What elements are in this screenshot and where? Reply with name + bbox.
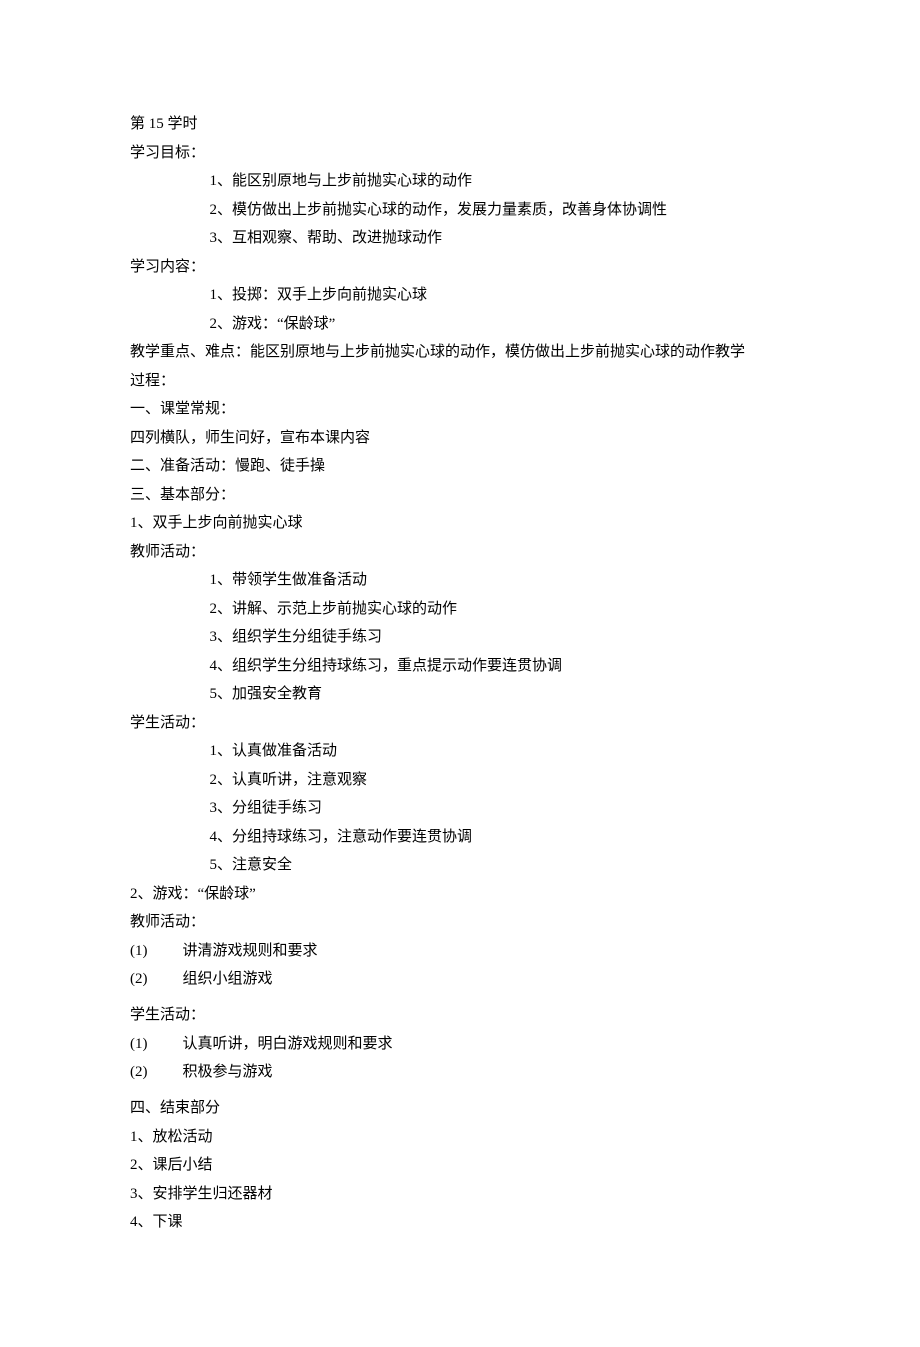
section-2-heading: 二、准备活动：慢跑、徒手操 xyxy=(130,452,790,481)
student-activity-item: (2) 积极参与游戏 xyxy=(130,1058,790,1087)
ending-item: 2、课后小结 xyxy=(130,1151,790,1180)
list-number: (2) xyxy=(130,1058,183,1087)
teacher-activity-item: 3、组织学生分组徒手练习 xyxy=(130,623,790,652)
list-number: (1) xyxy=(130,937,183,966)
student-activity-item: 1、认真做准备活动 xyxy=(130,737,790,766)
list-text: 积极参与游戏 xyxy=(183,1058,791,1087)
list-number: (2) xyxy=(130,965,183,994)
student-activity-item: 4、分组持球练习，注意动作要连贯协调 xyxy=(130,823,790,852)
section-3-heading: 三、基本部分： xyxy=(130,481,790,510)
section-1-heading: 一、课堂常规： xyxy=(130,395,790,424)
student-activity-item: 5、注意安全 xyxy=(130,851,790,880)
student-activity-label: 学生活动： xyxy=(130,709,790,738)
ending-item: 4、下课 xyxy=(130,1208,790,1237)
section-1-body: 四列横队，师生问好，宣布本课内容 xyxy=(130,424,790,453)
student-activity-item: 2、认真听讲，注意观察 xyxy=(130,766,790,795)
content-item: 2、游戏：“保龄球” xyxy=(130,310,790,339)
teacher-activity-label: 教师活动： xyxy=(130,908,790,937)
goal-item: 2、模仿做出上步前抛实心球的动作，发展力量素质，改善身体协调性 xyxy=(130,196,790,225)
list-text: 组织小组游戏 xyxy=(183,965,791,994)
lesson-header: 第 15 学时 xyxy=(130,110,790,139)
teacher-activity-item: 1、带领学生做准备活动 xyxy=(130,566,790,595)
student-activity-item: (1) 认真听讲，明白游戏规则和要求 xyxy=(130,1030,790,1059)
keypoints-body: 能区别原地与上步前抛实心球的动作，模仿做出上步前抛实心球的动作教学 xyxy=(250,344,745,360)
teacher-activity-item: 4、组织学生分组持球练习，重点提示动作要连贯协调 xyxy=(130,652,790,681)
goal-item: 1、能区别原地与上步前抛实心球的动作 xyxy=(130,167,790,196)
content-item: 1、投掷：双手上步向前抛实心球 xyxy=(130,281,790,310)
part-2-heading: 2、游戏：“保龄球” xyxy=(130,880,790,909)
ending-item: 1、放松活动 xyxy=(130,1123,790,1152)
keypoints-line: 教学重点、难点：能区别原地与上步前抛实心球的动作，模仿做出上步前抛实心球的动作教… xyxy=(130,338,790,367)
goal-item: 3、互相观察、帮助、改进抛球动作 xyxy=(130,224,790,253)
student-activity-item: 3、分组徒手练习 xyxy=(130,794,790,823)
list-number: (1) xyxy=(130,1030,183,1059)
ending-item: 3、安排学生归还器材 xyxy=(130,1180,790,1209)
student-activity-label: 学生活动： xyxy=(130,1001,790,1030)
teacher-activity-item: 5、加强安全教育 xyxy=(130,680,790,709)
process-label: 过程： xyxy=(130,367,790,396)
goals-label: 学习目标： xyxy=(130,139,790,168)
content-label: 学习内容： xyxy=(130,253,790,282)
section-4-heading: 四、结束部分 xyxy=(130,1094,790,1123)
teacher-activity-item: 2、讲解、示范上步前抛实心球的动作 xyxy=(130,595,790,624)
teacher-activity-item: (1) 讲清游戏规则和要求 xyxy=(130,937,790,966)
keypoints-prefix: 教学重点、难点： xyxy=(130,344,250,360)
teacher-activity-item: (2) 组织小组游戏 xyxy=(130,965,790,994)
part-1-heading: 1、双手上步向前抛实心球 xyxy=(130,509,790,538)
list-text: 认真听讲，明白游戏规则和要求 xyxy=(183,1030,791,1059)
list-text: 讲清游戏规则和要求 xyxy=(183,937,791,966)
teacher-activity-label: 教师活动： xyxy=(130,538,790,567)
